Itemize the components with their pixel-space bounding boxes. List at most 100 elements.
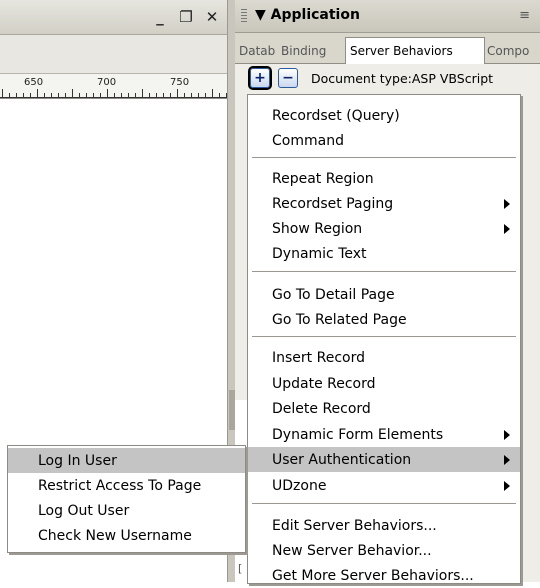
menu-item-label: New Server Behavior... bbox=[272, 542, 432, 559]
menu-item-insert-record[interactable]: Insert Record bbox=[248, 345, 520, 370]
ruler-tick bbox=[205, 93, 206, 98]
restore-button[interactable]: ❐ bbox=[179, 8, 193, 26]
menu-item-go-to-related-page[interactable]: Go To Related Page bbox=[248, 307, 520, 332]
ruler-tick bbox=[93, 93, 94, 98]
menu-item-dynamic-form-elements[interactable]: Dynamic Form Elements bbox=[248, 422, 520, 447]
submenu-item-log-in-user[interactable]: Log In User bbox=[8, 448, 245, 473]
horizontal-ruler[interactable]: 650 700 750 bbox=[0, 74, 227, 99]
ruler-tick bbox=[128, 93, 129, 98]
ruler-tick bbox=[212, 89, 213, 98]
ruler-tick bbox=[79, 93, 80, 98]
minus-icon: − bbox=[282, 70, 294, 86]
menu-item-label: Delete Record bbox=[272, 400, 371, 417]
close-button[interactable]: ✕ bbox=[205, 8, 219, 26]
ruler-tick bbox=[177, 89, 178, 98]
menu-item-label: Go To Detail Page bbox=[272, 286, 395, 303]
menu-item-udzone[interactable]: UDzone bbox=[248, 473, 520, 498]
add-server-behavior-button[interactable]: + bbox=[248, 66, 272, 90]
panel-title[interactable]: ▼ Application bbox=[255, 7, 360, 23]
menu-item-label: Recordset Paging bbox=[272, 195, 394, 212]
panel-tabs: Datab Binding Server Behaviors Compo bbox=[235, 33, 540, 64]
menu-item-label: Recordset (Query) bbox=[272, 107, 400, 124]
menu-item-label: Log Out User bbox=[38, 502, 130, 519]
tab-label: Datab bbox=[239, 43, 276, 58]
menu-item-repeat-region[interactable]: Repeat Region bbox=[248, 166, 520, 191]
tab-components[interactable]: Compo bbox=[485, 39, 540, 62]
submenu-item-log-out-user[interactable]: Log Out User bbox=[8, 498, 245, 523]
tree-bracket: [ bbox=[238, 562, 243, 575]
ruler-tick bbox=[9, 93, 10, 98]
menu-item-go-to-detail-page[interactable]: Go To Detail Page bbox=[248, 282, 520, 307]
tab-databases[interactable]: Datab bbox=[237, 39, 281, 62]
menu-separator bbox=[252, 503, 516, 505]
tab-label: Compo bbox=[487, 43, 530, 58]
menu-item-recordset-paging[interactable]: Recordset Paging bbox=[248, 191, 520, 216]
menu-item-label: Repeat Region bbox=[272, 170, 374, 187]
document-titlebar: _ ❐ ✕ bbox=[0, 0, 227, 35]
menu-separator bbox=[252, 336, 516, 338]
menu-item-label: Check New Username bbox=[38, 527, 192, 544]
menu-item-label: Update Record bbox=[272, 375, 376, 392]
menu-item-edit-server-behaviors[interactable]: Edit Server Behaviors... bbox=[248, 513, 520, 538]
menu-item-label: Log In User bbox=[38, 452, 117, 469]
server-behaviors-menu: Recordset (Query) Command Repeat Region … bbox=[247, 94, 521, 584]
panel-gripper-icon[interactable] bbox=[241, 9, 247, 23]
menu-item-label: Insert Record bbox=[272, 349, 365, 366]
ruler-tick bbox=[191, 93, 192, 98]
menu-item-label: Dynamic Text bbox=[272, 245, 367, 262]
ruler-tick bbox=[198, 93, 199, 98]
ruler-tick bbox=[135, 93, 136, 98]
ruler-tick bbox=[44, 93, 45, 98]
menu-item-label: Restrict Access To Page bbox=[38, 477, 202, 494]
options-menu-icon[interactable]: ≡ bbox=[519, 8, 530, 23]
server-behaviors-toolbar: + − Document type:ASP VBScript bbox=[235, 64, 540, 94]
ruler-tick bbox=[23, 93, 24, 98]
document-type-label: Document type:ASP VBScript bbox=[311, 71, 494, 86]
submenu-arrow-icon bbox=[504, 430, 510, 440]
menu-item-label: Dynamic Form Elements bbox=[272, 426, 444, 443]
menu-item-label: Go To Related Page bbox=[272, 311, 407, 328]
menu-item-delete-record[interactable]: Delete Record bbox=[248, 396, 520, 421]
application-panel-header[interactable]: ▼ Application ≡ bbox=[235, 0, 540, 33]
menu-item-label: Get More Server Behaviors... bbox=[272, 567, 474, 584]
ruler-label: 750 bbox=[170, 77, 190, 88]
plus-icon: + bbox=[254, 70, 266, 86]
submenu-arrow-icon bbox=[504, 455, 510, 465]
menu-item-label: User Authentication bbox=[272, 451, 412, 468]
window-controls: _ ❐ ✕ bbox=[153, 8, 219, 26]
menu-item-new-server-behavior[interactable]: New Server Behavior... bbox=[248, 538, 520, 563]
submenu-arrow-icon bbox=[504, 481, 510, 491]
menu-item-update-record[interactable]: Update Record bbox=[248, 371, 520, 396]
menu-separator bbox=[252, 271, 516, 273]
ruler-tick bbox=[37, 89, 38, 98]
menu-item-label: UDzone bbox=[272, 477, 327, 494]
submenu-arrow-icon bbox=[504, 224, 510, 234]
menu-item-dynamic-text[interactable]: Dynamic Text bbox=[248, 241, 520, 266]
ruler-tick bbox=[100, 93, 101, 98]
ruler-tick bbox=[121, 93, 122, 98]
menu-item-show-region[interactable]: Show Region bbox=[248, 216, 520, 241]
tab-server-behaviors[interactable]: Server Behaviors bbox=[345, 37, 485, 64]
tab-label: Server Behaviors bbox=[350, 44, 453, 58]
ruler-tick bbox=[219, 93, 220, 98]
user-authentication-submenu: Log In User Restrict Access To Page Log … bbox=[7, 445, 246, 553]
ruler-tick bbox=[72, 89, 73, 98]
menu-item-command[interactable]: Command bbox=[248, 128, 520, 153]
minimize-button[interactable]: _ bbox=[153, 8, 167, 26]
ruler-tick bbox=[114, 93, 115, 98]
submenu-item-restrict-access[interactable]: Restrict Access To Page bbox=[8, 473, 245, 498]
menu-item-user-authentication[interactable]: User Authentication bbox=[248, 447, 520, 472]
ruler-tick bbox=[16, 93, 17, 98]
ruler-tick bbox=[65, 93, 66, 98]
ruler-label: 650 bbox=[24, 77, 44, 88]
submenu-item-check-new-username[interactable]: Check New Username bbox=[8, 523, 245, 548]
menu-item-get-more-server-behaviors[interactable]: Get More Server Behaviors... bbox=[248, 563, 520, 588]
document-toolbar bbox=[0, 35, 227, 74]
ruler-tick bbox=[2, 89, 3, 98]
remove-server-behavior-button[interactable]: − bbox=[278, 68, 298, 88]
ruler-tick bbox=[170, 93, 171, 98]
tab-bindings[interactable]: Binding bbox=[279, 39, 347, 62]
ruler-tick bbox=[51, 93, 52, 98]
menu-item-label: Show Region bbox=[272, 220, 363, 237]
menu-item-recordset[interactable]: Recordset (Query) bbox=[248, 103, 520, 128]
